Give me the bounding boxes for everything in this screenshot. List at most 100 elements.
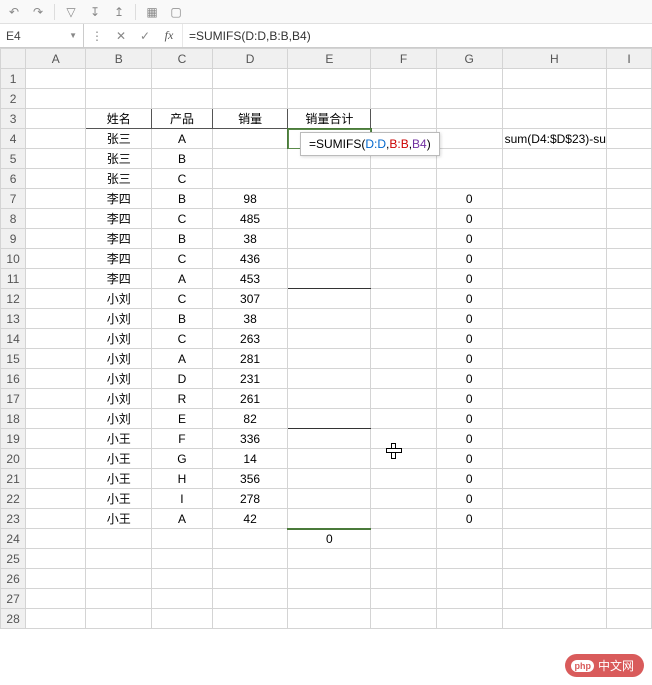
cell-A5[interactable]	[26, 149, 86, 169]
cell-D28[interactable]	[212, 609, 288, 629]
cell-A27[interactable]	[26, 589, 86, 609]
row-header[interactable]: 25	[1, 549, 26, 569]
row-header[interactable]: 14	[1, 329, 26, 349]
cell-A4[interactable]	[26, 129, 86, 149]
cell-I10[interactable]	[606, 249, 651, 269]
cell-I19[interactable]	[606, 429, 651, 449]
cell-C25[interactable]	[152, 549, 212, 569]
grid-icon[interactable]: ▦	[144, 4, 160, 20]
cell-I20[interactable]	[606, 449, 651, 469]
cell-D19[interactable]: 336	[212, 429, 288, 449]
cell-A11[interactable]	[26, 269, 86, 289]
cell-H13[interactable]	[502, 309, 606, 329]
cell-A9[interactable]	[26, 229, 86, 249]
cell-F20[interactable]	[371, 449, 437, 469]
cell-F22[interactable]	[371, 489, 437, 509]
cell-C13[interactable]: B	[152, 309, 212, 329]
cell-D26[interactable]	[212, 569, 288, 589]
col-header-I[interactable]: I	[606, 49, 651, 69]
cell-C23[interactable]: A	[152, 509, 212, 529]
cell-A15[interactable]	[26, 349, 86, 369]
cell-B4[interactable]: 张三	[86, 129, 152, 149]
row-header[interactable]: 16	[1, 369, 26, 389]
cell-G17[interactable]: 0	[436, 389, 502, 409]
cell-H14[interactable]	[502, 329, 606, 349]
row-header[interactable]: 4	[1, 129, 26, 149]
row-header[interactable]: 17	[1, 389, 26, 409]
cell-F7[interactable]	[371, 189, 437, 209]
cell-G24[interactable]	[436, 529, 502, 549]
cell-C11[interactable]: A	[152, 269, 212, 289]
cell-B9[interactable]: 李四	[86, 229, 152, 249]
cell-G28[interactable]	[436, 609, 502, 629]
cell-C26[interactable]	[152, 569, 212, 589]
row-header[interactable]: 7	[1, 189, 26, 209]
cell-I8[interactable]	[606, 209, 651, 229]
cell-B22[interactable]: 小王	[86, 489, 152, 509]
cell-F1[interactable]	[371, 69, 437, 89]
cell-B12[interactable]: 小刘	[86, 289, 152, 309]
cell-A10[interactable]	[26, 249, 86, 269]
cell-D20[interactable]: 14	[212, 449, 288, 469]
cell-B17[interactable]: 小刘	[86, 389, 152, 409]
cell-E28[interactable]	[288, 609, 371, 629]
cell-H8[interactable]	[502, 209, 606, 229]
cell-C9[interactable]: B	[152, 229, 212, 249]
cell-C28[interactable]	[152, 609, 212, 629]
cell-C2[interactable]	[152, 89, 212, 109]
cell-A14[interactable]	[26, 329, 86, 349]
cell-G14[interactable]: 0	[436, 329, 502, 349]
cell-D21[interactable]: 356	[212, 469, 288, 489]
cell-B8[interactable]: 李四	[86, 209, 152, 229]
cell-G5[interactable]	[436, 149, 502, 169]
cell-D15[interactable]: 281	[212, 349, 288, 369]
cell-H23[interactable]	[502, 509, 606, 529]
cell-I28[interactable]	[606, 609, 651, 629]
cell-G20[interactable]: 0	[436, 449, 502, 469]
row-header[interactable]: 11	[1, 269, 26, 289]
row-header[interactable]: 15	[1, 349, 26, 369]
row-header[interactable]: 19	[1, 429, 26, 449]
undo-icon[interactable]: ↶	[6, 4, 22, 20]
cell-I14[interactable]	[606, 329, 651, 349]
cell-G13[interactable]: 0	[436, 309, 502, 329]
cell-H21[interactable]	[502, 469, 606, 489]
row-header[interactable]: 5	[1, 149, 26, 169]
cell-D13[interactable]: 38	[212, 309, 288, 329]
cell-C19[interactable]: F	[152, 429, 212, 449]
cell-H5[interactable]	[502, 149, 606, 169]
cell-D24[interactable]	[212, 529, 288, 549]
col-header-A[interactable]: A	[26, 49, 86, 69]
cell-B3[interactable]: 姓名	[86, 109, 152, 129]
cell-A26[interactable]	[26, 569, 86, 589]
range-icon[interactable]: ⋮	[88, 29, 106, 43]
cell-G21[interactable]: 0	[436, 469, 502, 489]
cell-A13[interactable]	[26, 309, 86, 329]
row-header[interactable]: 9	[1, 229, 26, 249]
cell-D7[interactable]: 98	[212, 189, 288, 209]
cell-B11[interactable]: 李四	[86, 269, 152, 289]
cell-I23[interactable]	[606, 509, 651, 529]
cell-G4[interactable]	[436, 129, 502, 149]
redo-icon[interactable]: ↷	[30, 4, 46, 20]
cell-I25[interactable]	[606, 549, 651, 569]
cell-B16[interactable]: 小刘	[86, 369, 152, 389]
row-header[interactable]: 22	[1, 489, 26, 509]
cell-C5[interactable]: B	[152, 149, 212, 169]
cell-B19[interactable]: 小王	[86, 429, 152, 449]
cell-D2[interactable]	[212, 89, 288, 109]
cell-A2[interactable]	[26, 89, 86, 109]
cell-A21[interactable]	[26, 469, 86, 489]
cell-C18[interactable]: E	[152, 409, 212, 429]
cell-E7[interactable]	[288, 189, 371, 209]
row-header[interactable]: 1	[1, 69, 26, 89]
cell-A16[interactable]	[26, 369, 86, 389]
cell-E8[interactable]	[288, 209, 371, 229]
cell-F27[interactable]	[371, 589, 437, 609]
select-all-corner[interactable]	[1, 49, 26, 69]
cell-G1[interactable]	[436, 69, 502, 89]
filter-icon[interactable]: ▽	[63, 4, 79, 20]
cell-C21[interactable]: H	[152, 469, 212, 489]
cell-D4[interactable]	[212, 129, 288, 149]
cell-C15[interactable]: A	[152, 349, 212, 369]
